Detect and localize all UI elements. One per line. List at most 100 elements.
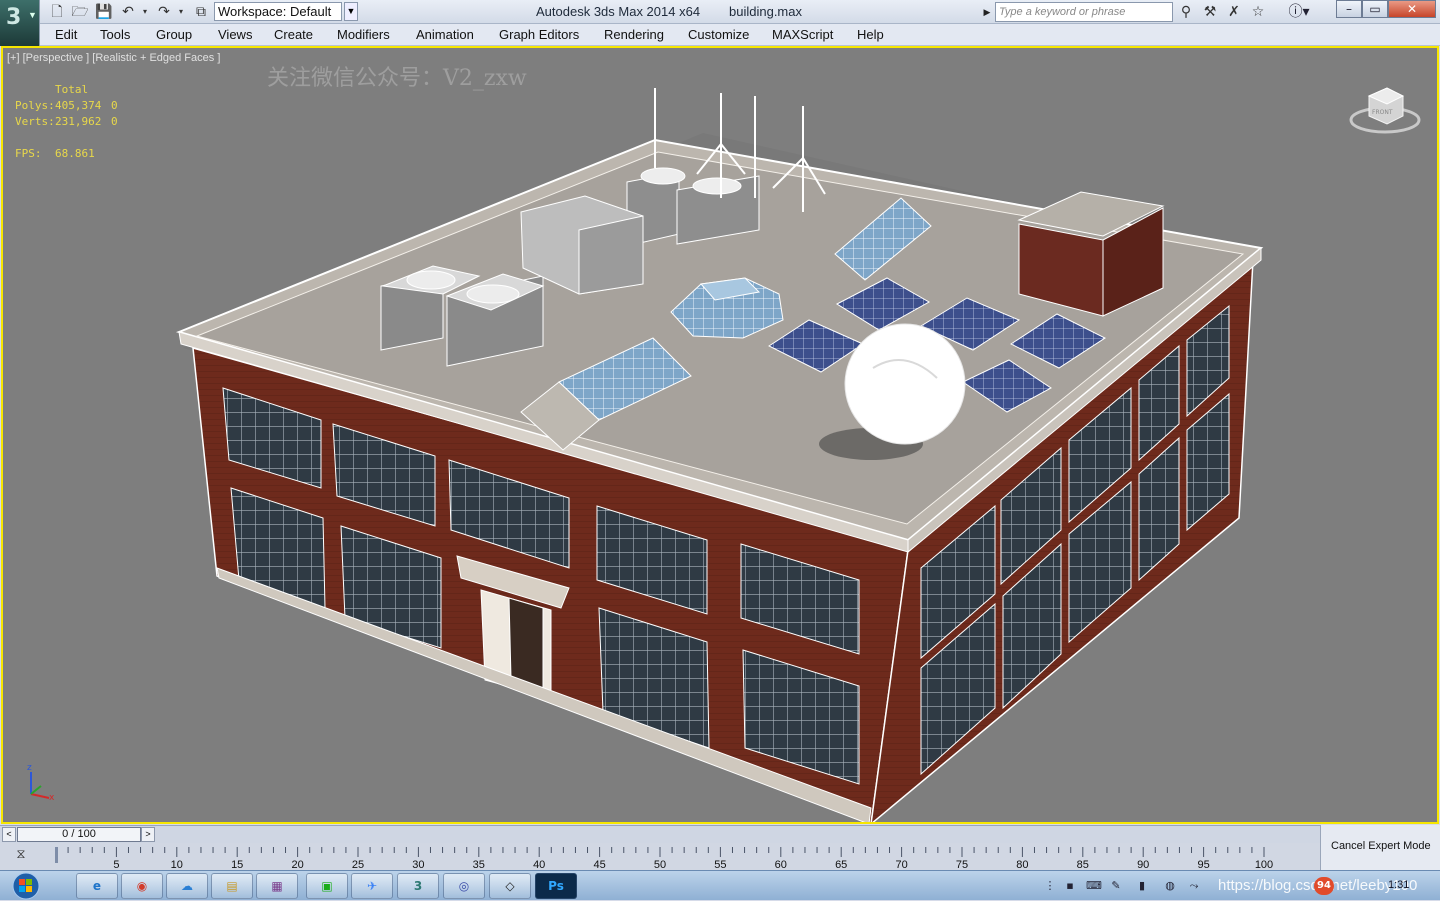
stair-tower [1017,191,1165,317]
menu-maxscript[interactable]: MAXScript [772,27,833,42]
chevron-down-icon: ▼ [28,10,37,20]
ruler-tick-label: 75 [956,859,968,870]
next-frame-button[interactable]: > [141,827,155,842]
polys-value: 405,374 [55,99,102,112]
window-title: Autodesk 3ds Max 2014 x64 [536,4,701,19]
menu-edit[interactable]: Edit [55,27,77,42]
viewcube[interactable]: FRONT [1347,82,1423,138]
ruler-tick-label: 10 [171,859,183,870]
previous-frame-button[interactable]: < [2,827,16,842]
polys-label: Polys: [15,99,55,112]
workspace-dropdown-arrow[interactable]: ▼ [344,2,358,21]
menu-views[interactable]: Views [218,27,252,42]
redo-icon[interactable]: ↷ [155,3,173,21]
menu-tools[interactable]: Tools [100,27,130,42]
verts-selected: 0 [111,115,118,128]
ruler-tick-label: 15 [231,859,243,870]
menu-help[interactable]: Help [857,27,884,42]
axis-x-label: x [49,793,55,802]
battery-tray-icon[interactable]: ▮ [1134,878,1150,894]
menu-graph-editors[interactable]: Graph Editors [499,27,579,42]
system-clock[interactable]: 1:31 [1388,879,1409,891]
network-tray-icon[interactable]: ◍ [1162,878,1178,894]
ruler-tick-label: 35 [473,859,485,870]
keyboard-tray-icon[interactable]: ⌨ [1086,878,1102,894]
watermark-text: 关注微信公众号：V2_zxw [267,66,527,91]
axis-tripod: z x [27,763,55,802]
minimize-button[interactable]: – [1336,0,1362,18]
mini-curve-editor-icon[interactable]: ⧖ [10,847,32,865]
fps-value: 68.861 [55,147,95,160]
ruler-tick-label: 55 [714,859,726,870]
open-file-icon[interactable]: 🗁 [71,3,89,21]
cancel-expert-mode-button[interactable]: Cancel Expert Mode [1320,825,1440,870]
search-expand-icon[interactable]: ▶ [980,2,994,22]
search-input[interactable]: Type a keyword or phrase [995,2,1173,22]
pdf-tray-icon[interactable]: ▪ [1062,878,1078,894]
file-explorer-icon[interactable]: ▤ [211,873,253,899]
share-tray-icon[interactable]: ⤳ [1186,878,1202,894]
menu-create[interactable]: Create [274,27,313,42]
ruler-tick-label: 40 [533,859,545,870]
verts-value: 231,962 [55,115,102,128]
windows-taskbar: e ◉ ☁ ▤ ▦ ▣ ✈ 3 ◎ ◇ Ps ⋮ ▪ ⌨ ✎ ▮ ◍ ⤳ htt… [0,870,1440,900]
new-file-icon[interactable]: 🗋 [48,3,66,21]
menu-animation[interactable]: Animation [416,27,474,42]
undo-dropdown-icon[interactable]: ▾ [143,7,147,16]
workspace-dropdown[interactable]: Workspace: Default [214,2,342,21]
axis-z-label: z [27,763,32,773]
screen-recorder-icon[interactable]: ◎ [443,873,485,899]
chrome-icon[interactable]: ◉ [121,873,163,899]
save-file-icon[interactable]: 💾 [95,3,113,21]
viewport-label[interactable]: [+] [Perspective ] [Realistic + Edged Fa… [7,52,220,64]
ruler-tick-label: 85 [1077,859,1089,870]
menu-group[interactable]: Group [156,27,192,42]
polys-selected: 0 [111,99,118,112]
frame-ruler[interactable]: 5 10 15 20 25 30 35 40 45 50 55 60 65 70 75 80 85 90 95 100 [52,845,1320,870]
ruler-tick-label: 25 [352,859,364,870]
subscription-center-icon[interactable]: ⚒ [1200,3,1220,21]
ruler-tick-label: 65 [835,859,847,870]
communication-center-icon[interactable]: ✗ [1224,3,1244,21]
ruler-tick-label: 80 [1016,859,1028,870]
perspective-viewport[interactable]: [+] [Perspective ] [Realistic + Edged Fa… [1,46,1439,824]
ruler-tick-label: 50 [654,859,666,870]
pen-tray-icon[interactable]: ✎ [1108,878,1124,894]
notification-badge[interactable]: 94 [1314,877,1334,895]
redo-dropdown-icon[interactable]: ▾ [179,7,183,16]
baidu-netdisk-icon[interactable]: ☁ [166,873,208,899]
ruler-tick-label: 100 [1255,859,1273,870]
ruler-tick-label: 95 [1197,859,1209,870]
3ds-max-icon[interactable]: 3 [397,873,439,899]
building-model[interactable] [3,48,1437,822]
internet-explorer-icon[interactable]: e [76,873,118,899]
close-button[interactable]: ✕ [1388,0,1436,18]
feishu-icon[interactable]: ✈ [351,873,393,899]
undo-icon[interactable]: ↶ [119,3,137,21]
help-button[interactable]: ⓘ▾ [1284,3,1314,21]
menu-rendering[interactable]: Rendering [604,27,664,42]
menu-customize[interactable]: Customize [688,27,749,42]
time-slider[interactable]: 0 / 100 [17,827,141,842]
current-frame-marker[interactable] [55,847,58,863]
title-bar: 3 ▼ 🗋 🗁 💾 ↶ ▾ ↷ ▾ ⧉ Workspace: Default ▼… [0,0,1440,46]
project-folder-icon[interactable]: ⧉ [192,3,210,21]
winrar-icon[interactable]: ▦ [256,873,298,899]
tray-grip-icon: ⋮ [1044,879,1056,892]
favorites-icon[interactable]: ☆ [1248,3,1268,21]
binoculars-icon[interactable]: ⚲ [1176,3,1196,21]
3dsmax-logo-icon: 3 [6,5,22,30]
photoshop-icon[interactable]: Ps [535,873,577,899]
unity-icon[interactable]: ◇ [489,873,531,899]
wechat-icon[interactable]: ▣ [306,873,348,899]
ruler-tick-label: 60 [775,859,787,870]
verts-label: Verts: [15,115,55,128]
start-button[interactable] [6,871,46,901]
app-menu-button[interactable]: 3 ▼ [0,0,40,46]
menu-modifiers[interactable]: Modifiers [337,27,390,42]
fps-label: FPS: [15,147,42,160]
maximize-button[interactable]: ▭ [1362,0,1388,18]
ruler-tick-label: 45 [593,859,605,870]
ruler-tick-label: 20 [291,859,303,870]
track-bar[interactable]: ⧖ 5 10 15 20 25 30 35 40 45 50 55 60 65 70 75 80 85 90 95 1… [0,843,1320,870]
